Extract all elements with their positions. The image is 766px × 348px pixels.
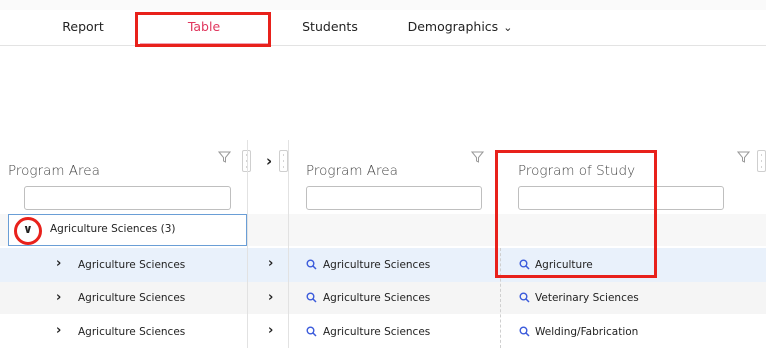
filter-icon[interactable] xyxy=(737,151,750,163)
chevron-down-icon: ⌄ xyxy=(503,21,513,34)
highlight-box-program-of-study xyxy=(495,150,657,278)
tab-report[interactable]: Report xyxy=(38,10,128,44)
filter-input-program-area[interactable] xyxy=(24,186,231,210)
group-label: Agriculture Sciences (3) xyxy=(50,223,176,235)
search-icon[interactable] xyxy=(306,292,317,303)
tab-demographics[interactable]: Demographics ⌄ xyxy=(400,10,520,44)
filter-icon[interactable] xyxy=(471,151,484,163)
column-header-program-area-2[interactable]: Program Area xyxy=(306,163,398,179)
filter-icon[interactable] xyxy=(218,151,231,163)
cell-program-area-2: Agriculture Sciences xyxy=(323,259,431,271)
cell-program-area: Agriculture Sciences xyxy=(78,292,186,304)
column-menu-handle[interactable]: · · · xyxy=(757,150,766,172)
chevron-right-icon[interactable]: › xyxy=(268,256,273,271)
column-divider xyxy=(247,140,248,348)
column-divider xyxy=(288,140,289,348)
cell-program-area-2: Agriculture Sciences xyxy=(323,292,431,304)
search-icon[interactable] xyxy=(519,326,530,337)
chevron-right-icon[interactable]: › xyxy=(56,323,61,338)
search-icon[interactable] xyxy=(306,259,317,270)
tab-students[interactable]: Students xyxy=(285,10,375,44)
search-icon[interactable] xyxy=(306,326,317,337)
cell-program-area-2: Agriculture Sciences xyxy=(323,326,431,338)
chevron-right-icon[interactable]: › xyxy=(56,256,61,271)
tab-demographics-label: Demographics xyxy=(407,19,499,34)
column-header-program-area[interactable]: Program Area xyxy=(8,163,100,179)
expand-chevron-icon[interactable]: › xyxy=(266,152,272,170)
filter-input-program-area-2[interactable] xyxy=(306,186,482,210)
chevron-right-icon[interactable]: › xyxy=(56,290,61,305)
column-menu-handle[interactable]: · · · xyxy=(279,150,288,172)
highlight-box-table-tab xyxy=(135,12,271,47)
cell-program-area: Agriculture Sciences xyxy=(78,259,186,271)
cell-program-area: Agriculture Sciences xyxy=(78,326,186,338)
search-icon[interactable] xyxy=(519,292,530,303)
highlight-circle-group-toggle xyxy=(14,217,42,245)
cell-program-of-study: Welding/Fabrication xyxy=(535,326,639,338)
chevron-right-icon[interactable]: › xyxy=(268,323,273,338)
cell-program-of-study: Veterinary Sciences xyxy=(535,292,639,304)
top-strip xyxy=(0,0,766,10)
chevron-right-icon[interactable]: › xyxy=(268,290,273,305)
